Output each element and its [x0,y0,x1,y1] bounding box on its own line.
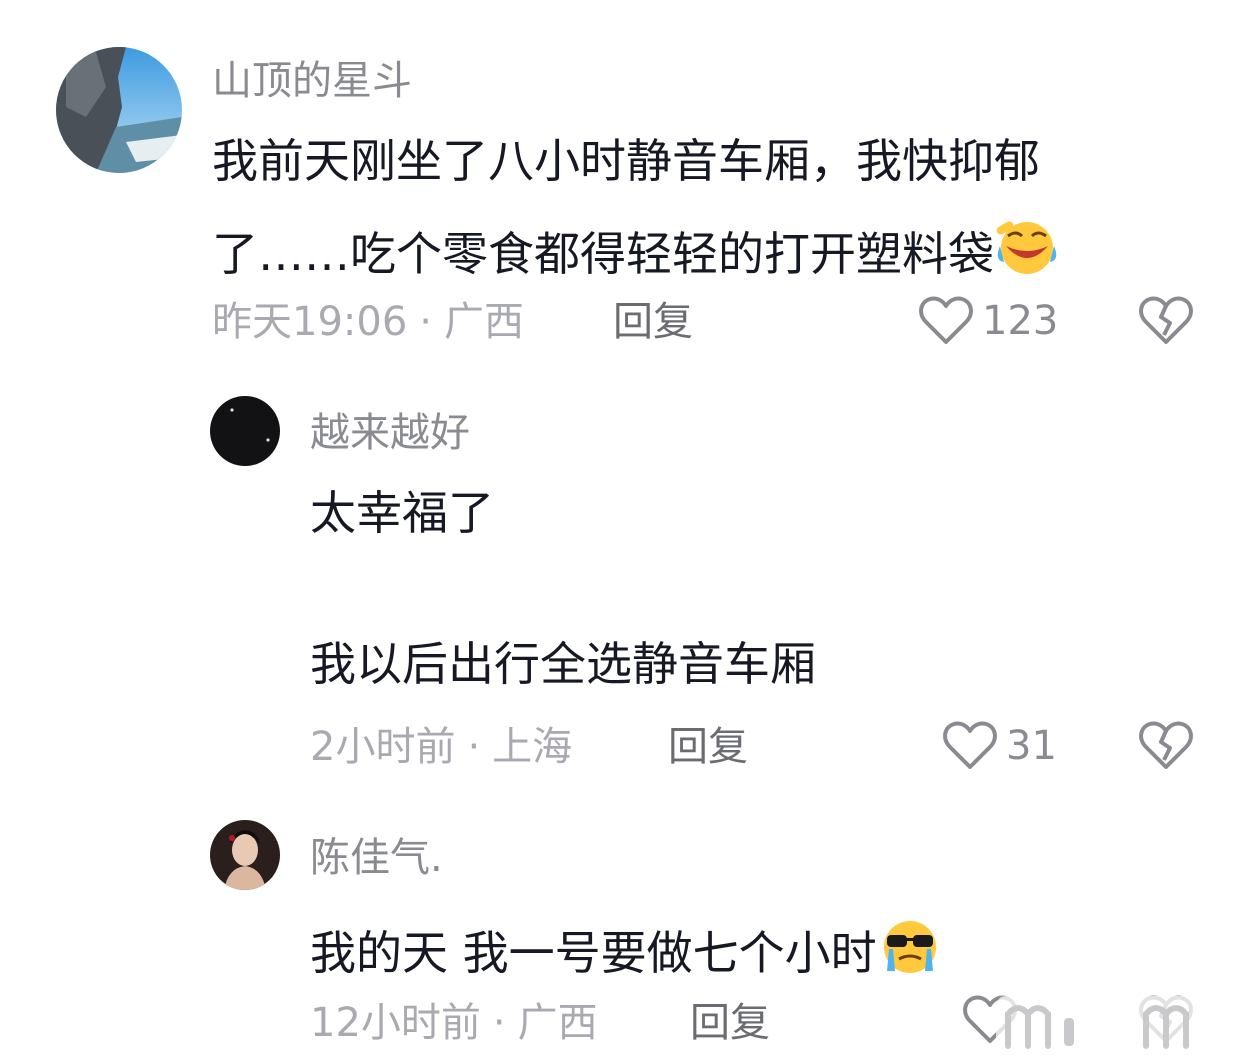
comment-text: 我的天 我一号要做七个小时 [310,915,943,982]
comment-text: 了……吃个零食都得轻轻的打开塑料袋 [212,216,1060,283]
comment-text-line: 我以后出行全选静音车厢 [310,637,816,691]
like-count: 123 [982,298,1059,344]
broken-heart-icon [1138,721,1194,776]
comment-time: 昨天19:06 [212,299,408,345]
meta-separator: · [467,724,481,770]
comment-text: 太幸福了 [310,490,494,536]
comment-text-line: 了……吃个零食都得轻轻的打开塑料袋 [212,227,994,281]
comment-text-line: 我前天刚坐了八小时静音车厢，我快抑郁 [212,134,1040,188]
comment-text-line: 太幸福了 [310,486,494,540]
dislike-button[interactable] [1138,295,1194,351]
comment-meta: 12小时前 · 广西 [310,1003,598,1043]
laughing-crying-emoji-icon [994,216,1060,283]
comment-location: 广西 [444,299,524,345]
heart-outline-icon [942,720,998,772]
reply-button[interactable]: 回复 [690,1003,770,1043]
comment-location: 上海 [492,724,573,770]
avatar[interactable] [210,396,280,466]
meta-separator: · [492,1000,506,1046]
dislike-button[interactable] [1138,720,1194,776]
comment-text-line: 我的天 我一号要做七个小时 [310,926,877,980]
avatar[interactable] [56,47,182,173]
crying-sunglasses-emoji-icon [877,915,943,982]
meta-separator: · [419,299,432,345]
username[interactable]: 越来越好 [310,413,470,453]
comment-meta: 2小时前 · 上海 [310,727,572,767]
comment-location: 广西 [517,1000,598,1046]
broken-heart-icon [1138,296,1194,351]
comment-time: 12小时前 [310,1000,481,1046]
like-button[interactable]: 31 [942,720,1057,772]
username[interactable]: 山顶的星斗 [212,61,412,101]
comment-text: 我前天刚坐了八小时静音车厢，我快抑郁 [212,138,1040,184]
reply-button[interactable]: 回复 [613,302,693,342]
avatar[interactable] [210,820,280,890]
username[interactable]: 陈佳气. [310,838,443,878]
like-count: 31 [1006,723,1057,769]
comment-text: 我以后出行全选静音车厢 [310,641,816,687]
reply-button[interactable]: 回复 [668,727,748,767]
comment-meta: 昨天19:06 · 广西 [212,302,524,342]
like-button[interactable]: 123 [918,295,1058,347]
comment-time: 2小时前 [310,724,456,770]
heart-outline-icon [918,295,974,347]
watermark-logo [996,996,1246,1056]
